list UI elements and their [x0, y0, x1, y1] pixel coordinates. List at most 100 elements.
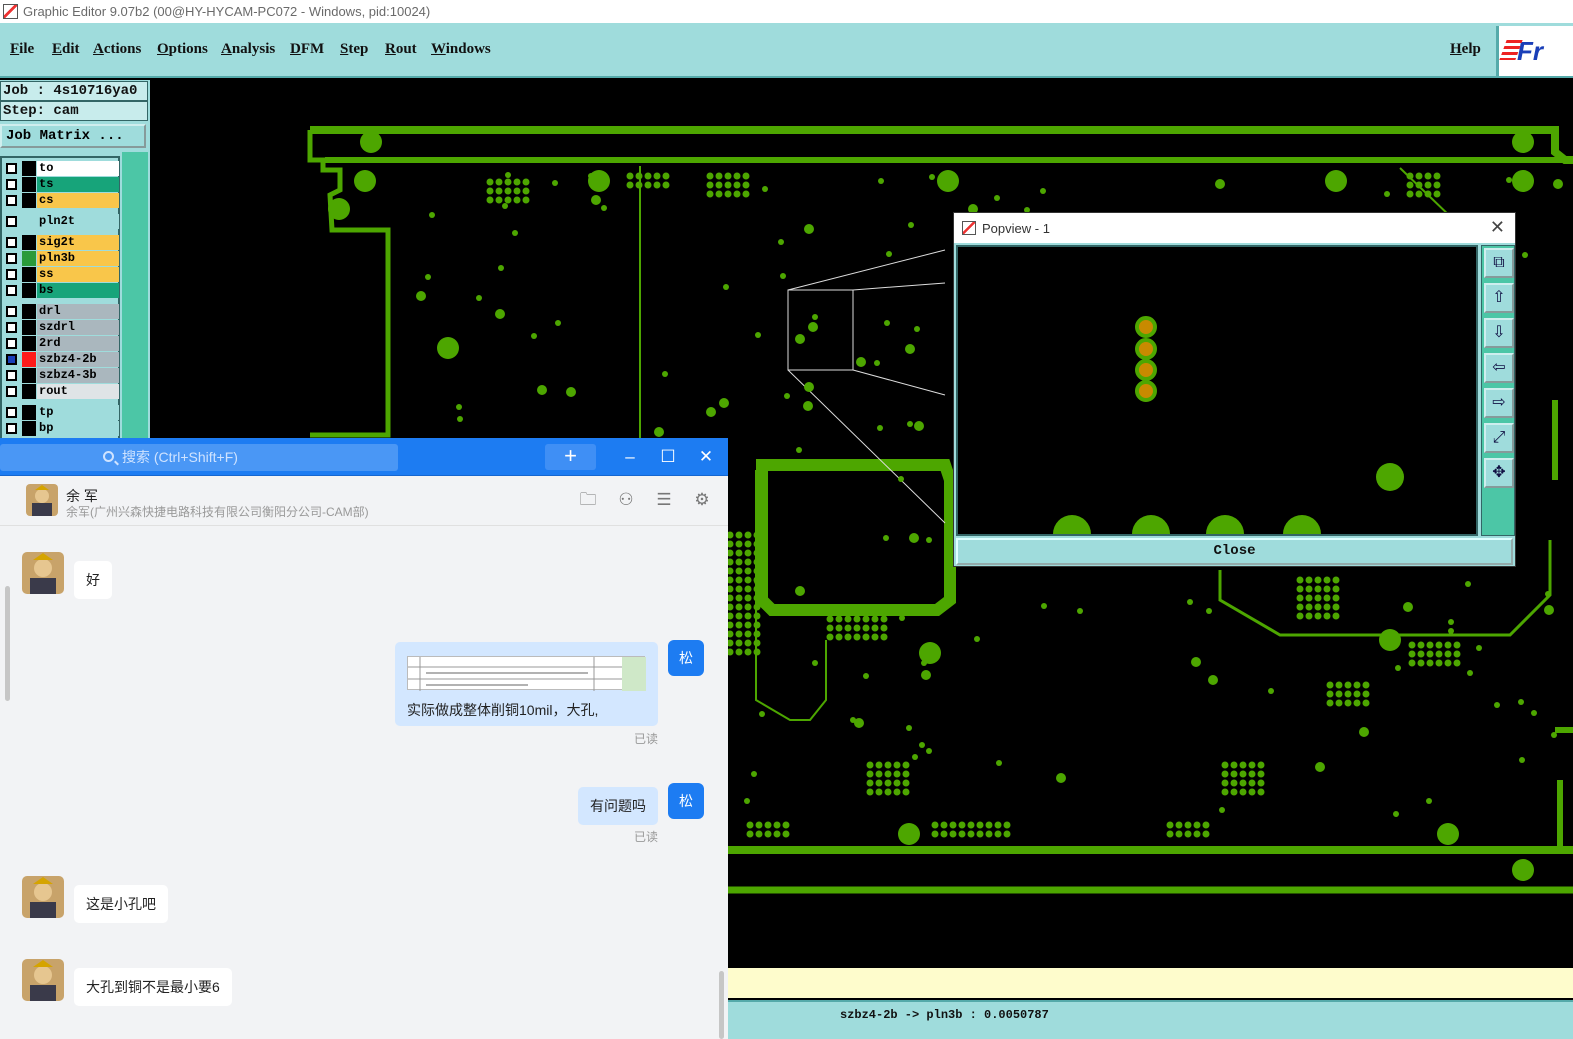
layer-name[interactable]: cs: [37, 193, 119, 208]
layer-name[interactable]: drl: [37, 304, 119, 319]
zoom-window-icon[interactable]: ⧉: [1484, 248, 1514, 278]
settings-icon[interactable]: ⚙: [692, 490, 712, 510]
layer-row-cs[interactable]: cs: [2, 193, 120, 208]
add-user-icon[interactable]: ⚇: [616, 490, 636, 510]
menu-edit[interactable]: Edit: [52, 41, 80, 58]
add-button[interactable]: +: [545, 444, 596, 470]
minimize-icon[interactable]: –: [615, 444, 645, 470]
layer-row-szbz4-3b[interactable]: szbz4-3b: [2, 368, 120, 383]
layer-color-swatch[interactable]: [22, 368, 36, 383]
menu-help[interactable]: Help: [1450, 41, 1481, 58]
layer-color-swatch[interactable]: [22, 161, 36, 176]
close-icon[interactable]: ✕: [1490, 217, 1505, 238]
layer-row-bs[interactable]: bs: [2, 283, 120, 298]
layer-row-ss[interactable]: ss: [2, 267, 120, 282]
layer-checkbox[interactable]: [6, 386, 17, 397]
layer-name[interactable]: 2rd: [37, 336, 119, 351]
layer-checkbox[interactable]: [6, 163, 17, 174]
popview-close-button[interactable]: Close: [956, 538, 1513, 565]
layer-color-swatch[interactable]: [22, 251, 36, 266]
maximize-icon[interactable]: ☐: [653, 444, 683, 470]
layer-color-swatch[interactable]: [22, 384, 36, 399]
image-thumbnail[interactable]: [407, 656, 646, 691]
job-matrix-button[interactable]: Job Matrix ...: [0, 124, 146, 148]
layer-name[interactable]: szbz4-3b: [37, 368, 119, 383]
layer-color-swatch[interactable]: [22, 283, 36, 298]
layer-name[interactable]: pln2t: [37, 214, 119, 229]
image-message[interactable]: 实际做成整体削铜10mil，大孔,: [395, 642, 658, 726]
layer-row-rout[interactable]: rout: [2, 384, 120, 399]
layer-row-2rd[interactable]: 2rd: [2, 336, 120, 351]
search-history-icon[interactable]: ☰: [654, 490, 674, 510]
my-avatar[interactable]: 松: [668, 640, 704, 676]
menu-dfm[interactable]: DFM: [290, 41, 324, 58]
pan-down-icon[interactable]: ⇩: [1484, 318, 1514, 348]
avatar[interactable]: [22, 876, 64, 918]
layer-row-drl[interactable]: drl: [2, 304, 120, 319]
menu-options[interactable]: Options: [157, 41, 208, 58]
avatar[interactable]: [22, 552, 64, 594]
layer-checkbox[interactable]: [6, 269, 17, 280]
left-scrollbar[interactable]: [5, 586, 10, 701]
avatar[interactable]: [22, 959, 64, 1001]
layer-checkbox[interactable]: [6, 306, 17, 317]
pan-up-icon[interactable]: ⇧: [1484, 283, 1514, 313]
layer-checkbox[interactable]: [6, 370, 17, 381]
layer-row-ts[interactable]: ts: [2, 177, 120, 192]
layer-color-swatch[interactable]: [22, 352, 36, 367]
layer-row-szbz4-2b[interactable]: szbz4-2b: [2, 352, 120, 367]
layer-name[interactable]: szdrl: [37, 320, 119, 335]
folder-icon[interactable]: 🗀: [578, 490, 598, 510]
menu-file[interactable]: File: [10, 41, 34, 58]
layer-checkbox[interactable]: [6, 322, 17, 333]
layer-color-swatch[interactable]: [22, 405, 36, 420]
layer-color-swatch[interactable]: [22, 235, 36, 250]
layer-checkbox[interactable]: [6, 354, 17, 365]
message-scrollbar[interactable]: [719, 971, 724, 1039]
layer-name[interactable]: pln3b: [37, 251, 119, 266]
layer-checkbox[interactable]: [6, 407, 17, 418]
pan-right-icon[interactable]: ⇨: [1484, 388, 1514, 418]
menu-actions[interactable]: Actions: [93, 41, 141, 58]
layer-row-sig2t[interactable]: sig2t: [2, 235, 120, 250]
layer-row-bp[interactable]: bp: [2, 421, 120, 436]
avatar[interactable]: [26, 484, 58, 516]
layer-row-pln2t[interactable]: pln2t: [2, 214, 120, 229]
zoom-home-icon[interactable]: ✥: [1484, 458, 1514, 488]
layer-checkbox[interactable]: [6, 195, 17, 206]
layer-name[interactable]: sig2t: [37, 235, 119, 250]
layer-color-swatch[interactable]: [22, 336, 36, 351]
layer-color-swatch[interactable]: [22, 421, 36, 436]
layer-name[interactable]: szbz4-2b: [37, 352, 119, 367]
layer-checkbox[interactable]: [6, 338, 17, 349]
layer-color-swatch[interactable]: [22, 193, 36, 208]
layer-color-swatch[interactable]: [22, 304, 36, 319]
menu-rout[interactable]: Rout: [385, 41, 417, 58]
layer-color-swatch[interactable]: [22, 214, 36, 229]
layer-name[interactable]: to: [37, 161, 119, 176]
layer-name[interactable]: bs: [37, 283, 119, 298]
layer-row-pln3b[interactable]: pln3b: [2, 251, 120, 266]
layer-checkbox[interactable]: [6, 253, 17, 264]
zoom-fit-icon[interactable]: ⤢: [1484, 423, 1514, 453]
layer-name[interactable]: rout: [37, 384, 119, 399]
layer-checkbox[interactable]: [6, 423, 17, 434]
layer-row-szdrl[interactable]: szdrl: [2, 320, 120, 335]
menu-step[interactable]: Step: [340, 41, 368, 58]
layer-name[interactable]: bp: [37, 421, 119, 436]
menu-analysis[interactable]: Analysis: [221, 41, 275, 58]
pan-left-icon[interactable]: ⇦: [1484, 353, 1514, 383]
layer-name[interactable]: ts: [37, 177, 119, 192]
layer-name[interactable]: ss: [37, 267, 119, 282]
popview-canvas[interactable]: [956, 245, 1478, 553]
layer-name[interactable]: tp: [37, 405, 119, 420]
layer-color-swatch[interactable]: [22, 267, 36, 282]
search-input[interactable]: 搜索 (Ctrl+Shift+F): [0, 444, 398, 471]
layer-row-to[interactable]: to: [2, 161, 120, 176]
layer-checkbox[interactable]: [6, 285, 17, 296]
layer-color-swatch[interactable]: [22, 320, 36, 335]
my-avatar[interactable]: 松: [668, 783, 704, 819]
layer-row-tp[interactable]: tp: [2, 405, 120, 420]
layer-checkbox[interactable]: [6, 237, 17, 248]
menu-windows[interactable]: Windows: [431, 41, 491, 58]
